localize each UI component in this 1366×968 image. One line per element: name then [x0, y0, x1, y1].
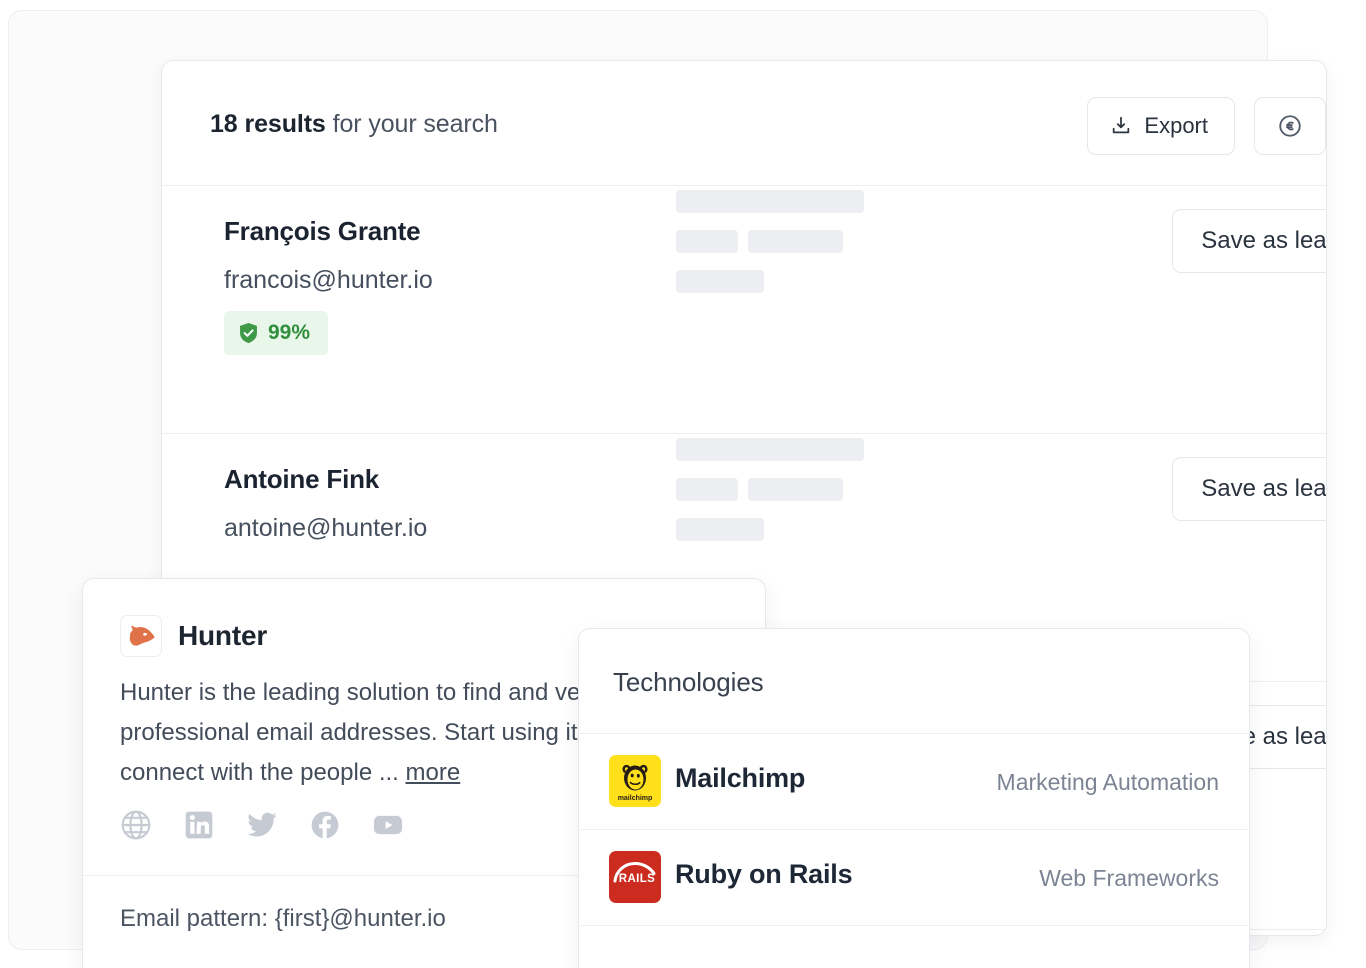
- skeleton-bar: [748, 478, 843, 501]
- skeleton-bar-group: [676, 478, 864, 501]
- results-count-suffix: for your search: [325, 110, 498, 138]
- youtube-icon[interactable]: [372, 809, 404, 841]
- skeleton-bar: [676, 438, 864, 461]
- result-row[interactable]: François Grante francois@hunter.io 99% S…: [162, 186, 1326, 434]
- contact-email: francois@hunter.io: [224, 266, 433, 294]
- technologies-popover: Technologies mailchimp Mailchimp Marketi…: [578, 628, 1250, 968]
- company-name: Hunter: [178, 620, 268, 651]
- technology-category: Web Frameworks: [1039, 865, 1219, 891]
- results-count: 18 results: [210, 110, 326, 138]
- technology-row[interactable]: [579, 926, 1249, 968]
- technology-category: Marketing Automation: [996, 769, 1219, 795]
- skeleton-bar: [676, 230, 738, 253]
- export-button[interactable]: Export: [1087, 97, 1235, 155]
- save-as-lead-button[interactable]: Save as lead: [1172, 457, 1326, 521]
- screenshot-root: 18 results for your search Export Franço…: [0, 0, 1366, 968]
- skeleton-bar-group: [676, 230, 864, 253]
- hunter-fox-logo-icon: [120, 615, 162, 657]
- technology-name: Ruby on Rails: [675, 859, 853, 889]
- linkedin-icon[interactable]: [183, 809, 215, 841]
- company-description-text: Hunter is the leading solution to find a…: [120, 679, 613, 786]
- header-actions: Export: [1087, 97, 1326, 155]
- technologies-title: Technologies: [613, 667, 764, 697]
- technology-name: Mailchimp: [675, 763, 806, 793]
- svg-text:mailchimp: mailchimp: [618, 795, 653, 802]
- technologies-header: Technologies: [579, 629, 1249, 734]
- skeleton-bar: [676, 518, 764, 541]
- skeleton-bar: [676, 478, 738, 501]
- loading-skeleton: [676, 434, 864, 541]
- loading-skeleton: [676, 186, 864, 293]
- shield-check-icon: [238, 322, 259, 344]
- more-link[interactable]: more: [406, 759, 461, 786]
- mailchimp-logo-icon: mailchimp: [609, 755, 661, 807]
- contact-name: François Grante: [224, 216, 421, 246]
- export-label: Export: [1144, 113, 1208, 138]
- email-pattern: Email pattern: {first}@hunter.io: [120, 905, 446, 932]
- twitter-icon[interactable]: [246, 809, 278, 841]
- contact-email: antoine@hunter.io: [224, 514, 428, 542]
- contact-name: Antoine Fink: [224, 464, 380, 494]
- website-icon[interactable]: [120, 809, 152, 841]
- company-header: Hunter: [120, 615, 267, 657]
- save-as-lead-button[interactable]: Save as lead: [1172, 209, 1326, 273]
- credits-button[interactable]: [1254, 97, 1326, 155]
- skeleton-bar: [676, 190, 864, 213]
- coin-circle-icon: [1277, 113, 1303, 139]
- skeleton-bar: [676, 270, 764, 293]
- confidence-value: 99%: [268, 321, 311, 344]
- results-count-title: 18 results for your search: [210, 110, 498, 139]
- svg-text:RAILS: RAILS: [619, 873, 656, 885]
- company-social-links: [120, 809, 404, 841]
- rails-logo-icon: RAILS: [609, 851, 661, 903]
- technology-row[interactable]: RAILS Ruby on Rails Web Frameworks: [579, 830, 1249, 926]
- skeleton-bar: [748, 230, 843, 253]
- confidence-badge: 99%: [224, 311, 329, 355]
- facebook-icon[interactable]: [309, 809, 341, 841]
- technology-row[interactable]: mailchimp Mailchimp Marketing Automation: [579, 734, 1249, 830]
- results-header: 18 results for your search Export: [162, 61, 1326, 186]
- download-icon: [1110, 115, 1132, 137]
